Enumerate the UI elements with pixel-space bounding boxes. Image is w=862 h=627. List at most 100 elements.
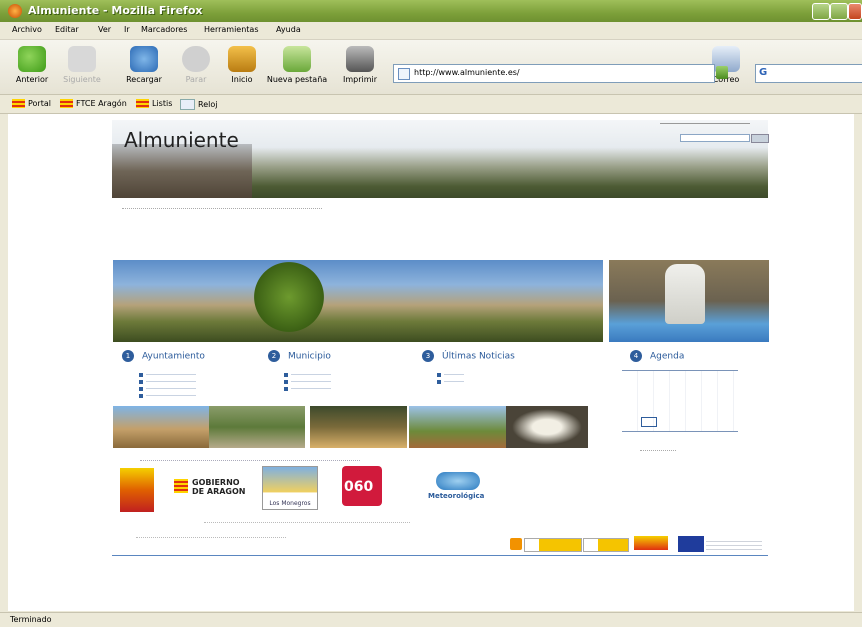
list-bullet (284, 387, 288, 391)
menu-ver[interactable]: Ver (98, 25, 111, 34)
section-label: Municipio (288, 351, 331, 362)
section-ayuntamiento[interactable]: 1 Ayuntamiento (122, 350, 205, 362)
section-ultimas-noticias[interactable]: 3 Últimas Noticias (422, 350, 515, 362)
window-title-bar: Almuniente - Mozilla Firefox (0, 0, 862, 22)
list-bullet (139, 373, 143, 377)
rss-icon[interactable] (510, 538, 522, 550)
back-button[interactable]: Anterior (8, 46, 56, 84)
meteo-logo-text: Meteorológica (428, 492, 485, 500)
status-text: Terminado (10, 615, 52, 624)
section-municipio[interactable]: 2 Municipio (268, 350, 331, 362)
bookmark-ftce[interactable]: FTCE Aragón (60, 99, 127, 108)
home-icon (228, 46, 256, 72)
monegros-logo[interactable]: Los Monegros (262, 466, 318, 510)
fondo-europeo-badge[interactable] (706, 538, 762, 550)
address-bar[interactable]: http://www.almuniente.es/ (393, 64, 715, 83)
site-search-input[interactable] (680, 134, 750, 142)
footer-address (204, 519, 410, 523)
thumb-bread-photo[interactable] (310, 406, 407, 448)
list-bullet (139, 394, 143, 398)
tel-060-logo[interactable]: 060 (342, 466, 382, 506)
list-bullet (284, 373, 288, 377)
google-search-icon: G (759, 67, 768, 78)
print-button[interactable]: Imprimir (336, 46, 384, 84)
new-tab-icon (283, 46, 311, 72)
print-label: Imprimir (342, 75, 378, 84)
status-bar: Terminado (0, 612, 862, 627)
stop-icon (182, 46, 210, 72)
minimize-button[interactable] (812, 3, 830, 20)
address-text: http://www.almuniente.es/ (414, 68, 520, 77)
new-tab-label: Nueva pestaña (266, 75, 328, 84)
section-agenda[interactable]: 4 Agenda (630, 350, 684, 362)
section-number-badge: 4 (630, 350, 642, 362)
page-icon (398, 68, 410, 80)
bookmark-portal[interactable]: Portal (12, 99, 51, 108)
menu-archivo[interactable]: Archivo (12, 25, 42, 34)
aragon-flag-icon (136, 99, 149, 108)
go-button[interactable] (716, 66, 728, 79)
thumb-sculpture-photo[interactable] (506, 406, 588, 448)
eu-flag-icon[interactable] (678, 536, 704, 552)
tree-photo-detail (254, 262, 324, 332)
footer-legal-links[interactable] (136, 534, 286, 538)
forward-arrow-icon (68, 46, 96, 72)
w3c-wai-badge[interactable] (524, 538, 582, 552)
aragon-flag-icon (12, 99, 25, 108)
footer-nav-links[interactable] (140, 457, 360, 461)
w3c-xhtml-badge[interactable] (583, 538, 629, 552)
section-label: Ayuntamiento (142, 351, 205, 362)
ayuntamiento-links[interactable] (146, 372, 196, 400)
menu-bar: Archivo Editar Ver Ir Marcadores Herrami… (0, 22, 862, 40)
search-input[interactable]: G (755, 64, 862, 83)
menu-marcadores[interactable]: Marcadores (141, 25, 187, 34)
forward-button[interactable]: Siguiente (58, 46, 106, 84)
dpz-badge[interactable] (634, 536, 668, 550)
bookmarks-toolbar: Portal FTCE Aragón Listis Reloj (0, 95, 862, 114)
noticias-links[interactable] (444, 372, 464, 384)
agencia-meteorologica-logo[interactable]: Meteorológica (428, 470, 490, 504)
bookmark-listis[interactable]: Listis (136, 99, 172, 108)
municipio-links[interactable] (291, 372, 331, 394)
header-links[interactable] (660, 119, 750, 124)
close-button[interactable] (848, 3, 862, 20)
list-bullet (139, 387, 143, 391)
thumb-house-photo[interactable] (113, 406, 209, 448)
gobierno-aragon-logo[interactable]: GOBIERNO DE ARAGON (174, 476, 254, 500)
list-bullet (139, 380, 143, 384)
stop-label: Parar (185, 75, 207, 84)
footer-divider (112, 555, 768, 556)
menu-ir[interactable]: Ir (124, 25, 130, 34)
top-nav-links[interactable] (122, 203, 322, 209)
new-tab-button[interactable]: Nueva pestaña (266, 46, 328, 84)
fountain-basin-detail (665, 264, 705, 324)
calendar-today-cell[interactable] (641, 417, 657, 427)
section-number-badge: 2 (268, 350, 280, 362)
list-bullet (437, 380, 441, 384)
bookmark-label: Reloj (198, 100, 218, 109)
list-bullet (284, 380, 288, 384)
home-button[interactable]: Inicio (218, 46, 266, 84)
web-page: Almuniente 1 Ayuntamiento 2 Municipio 3 Últ… (8, 114, 854, 611)
menu-ayuda[interactable]: Ayuda (276, 25, 301, 34)
section-number-badge: 3 (422, 350, 434, 362)
reload-button[interactable]: Recargar (120, 46, 168, 84)
church-photo (112, 144, 252, 198)
maximize-button[interactable] (830, 3, 848, 20)
thumb-trees-photo[interactable] (209, 406, 305, 448)
reload-label: Recargar (126, 75, 162, 84)
thumb-tower-photo[interactable] (409, 406, 506, 448)
menu-herramientas[interactable]: Herramientas (204, 25, 259, 34)
diputacion-logo[interactable] (120, 468, 154, 512)
bookmark-reloj[interactable]: Reloj (180, 99, 217, 110)
gobierno-logo-text: GOBIERNO DE ARAGON (192, 478, 246, 496)
bookmark-label: Listis (152, 99, 173, 108)
stop-button[interactable]: Parar (172, 46, 220, 84)
calendar-footer-link[interactable] (640, 447, 676, 451)
cloud-icon (436, 472, 480, 490)
site-search-button[interactable] (751, 134, 769, 143)
village-panorama-photo (113, 260, 603, 342)
agenda-calendar[interactable] (622, 370, 738, 432)
menu-editar[interactable]: Editar (55, 25, 79, 34)
back-arrow-icon (18, 46, 46, 72)
